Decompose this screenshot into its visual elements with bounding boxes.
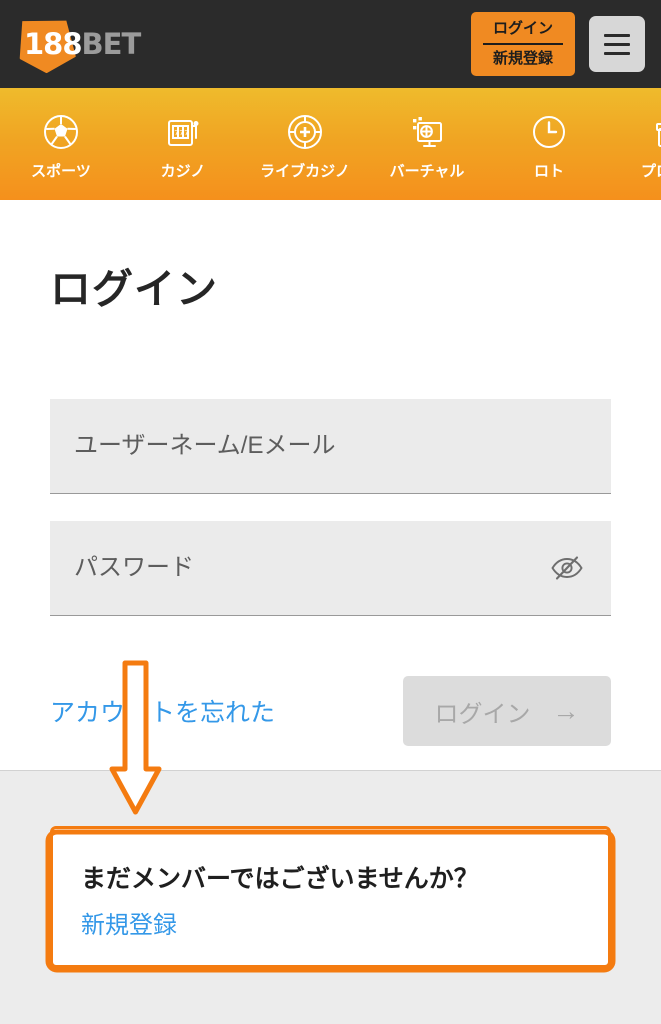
header-actions: ログイン 新規登録 <box>471 12 645 76</box>
nav-label-promotions: プロモー <box>640 162 661 180</box>
username-input[interactable] <box>74 432 587 460</box>
nav-item-virtual[interactable]: バーチャル <box>366 108 488 181</box>
svg-text:7: 7 <box>184 129 188 137</box>
nav-item-lotto[interactable]: ロト <box>488 108 610 181</box>
page-title: ログイン <box>50 266 218 312</box>
gift-box-icon <box>651 112 661 152</box>
nav-item-live-casino[interactable]: ライブカジノ <box>244 108 366 181</box>
arrow-right-icon: → <box>552 695 580 726</box>
site-logo[interactable]: 188BET <box>12 13 142 75</box>
nav-label-live-casino: ライブカジノ <box>260 162 350 180</box>
nav-item-casino[interactable]: 7 7 7 カジノ <box>122 108 244 181</box>
signup-callout: まだメンバーではございませんか？ 新規登録 <box>50 826 611 968</box>
nav-item-promotions[interactable]: プロモー <box>610 108 661 181</box>
signup-section: まだメンバーではございませんか？ 新規登録 <box>0 770 661 1024</box>
logo-secondary-text: BET <box>81 27 142 61</box>
hamburger-menu-icon[interactable] <box>589 16 645 72</box>
nav-label-casino: カジノ <box>160 162 206 180</box>
nav-label-sports: スポーツ <box>31 162 91 180</box>
password-input[interactable] <box>74 554 547 582</box>
primary-navigation: スポーツ 7 7 7 カジノ ライブカジノ バーチャル ロト プ <box>0 88 661 200</box>
login-submit-button[interactable]: ログイン → <box>403 676 611 746</box>
password-field-wrapper <box>50 521 611 616</box>
signup-callout-title: まだメンバーではございませんか？ <box>81 865 479 893</box>
svg-text:7: 7 <box>179 129 183 137</box>
signup-register-link[interactable]: 新規登録 <box>81 905 177 940</box>
nav-label-lotto: ロト <box>533 162 564 180</box>
slot-machine-icon: 7 7 7 <box>163 112 203 152</box>
nav-item-sports[interactable]: スポーツ <box>0 108 122 181</box>
header-login-label: ログイン <box>492 20 553 38</box>
forgot-account-link[interactable]: アカウントを忘れた <box>50 693 275 729</box>
casino-chip-icon <box>285 112 325 152</box>
site-header: 188BET ログイン 新規登録 <box>0 0 661 88</box>
soccer-ball-icon <box>41 112 81 152</box>
logo-primary-text: 188 <box>24 27 83 61</box>
login-form-actions: アカウントを忘れた ログイン → <box>50 676 611 746</box>
menu-bar-3 <box>604 51 630 55</box>
header-login-register-button[interactable]: ログイン 新規登録 <box>471 12 575 76</box>
header-button-divider <box>483 43 563 45</box>
nav-label-virtual: バーチャル <box>389 162 465 180</box>
header-register-label: 新規登録 <box>492 50 553 67</box>
username-field-wrapper <box>50 399 611 494</box>
menu-bar-1 <box>604 33 630 37</box>
logo-text: 188BET <box>12 27 142 61</box>
login-main-content: ログイン アカウントを忘れた ログイン → <box>0 200 661 770</box>
svg-text:7: 7 <box>174 129 178 137</box>
eye-slash-icon[interactable] <box>547 551 587 585</box>
menu-bar-2 <box>604 42 630 46</box>
login-submit-label: ログイン <box>434 700 531 728</box>
lotto-clock-icon <box>529 112 569 152</box>
virtual-monitor-icon <box>407 112 447 152</box>
